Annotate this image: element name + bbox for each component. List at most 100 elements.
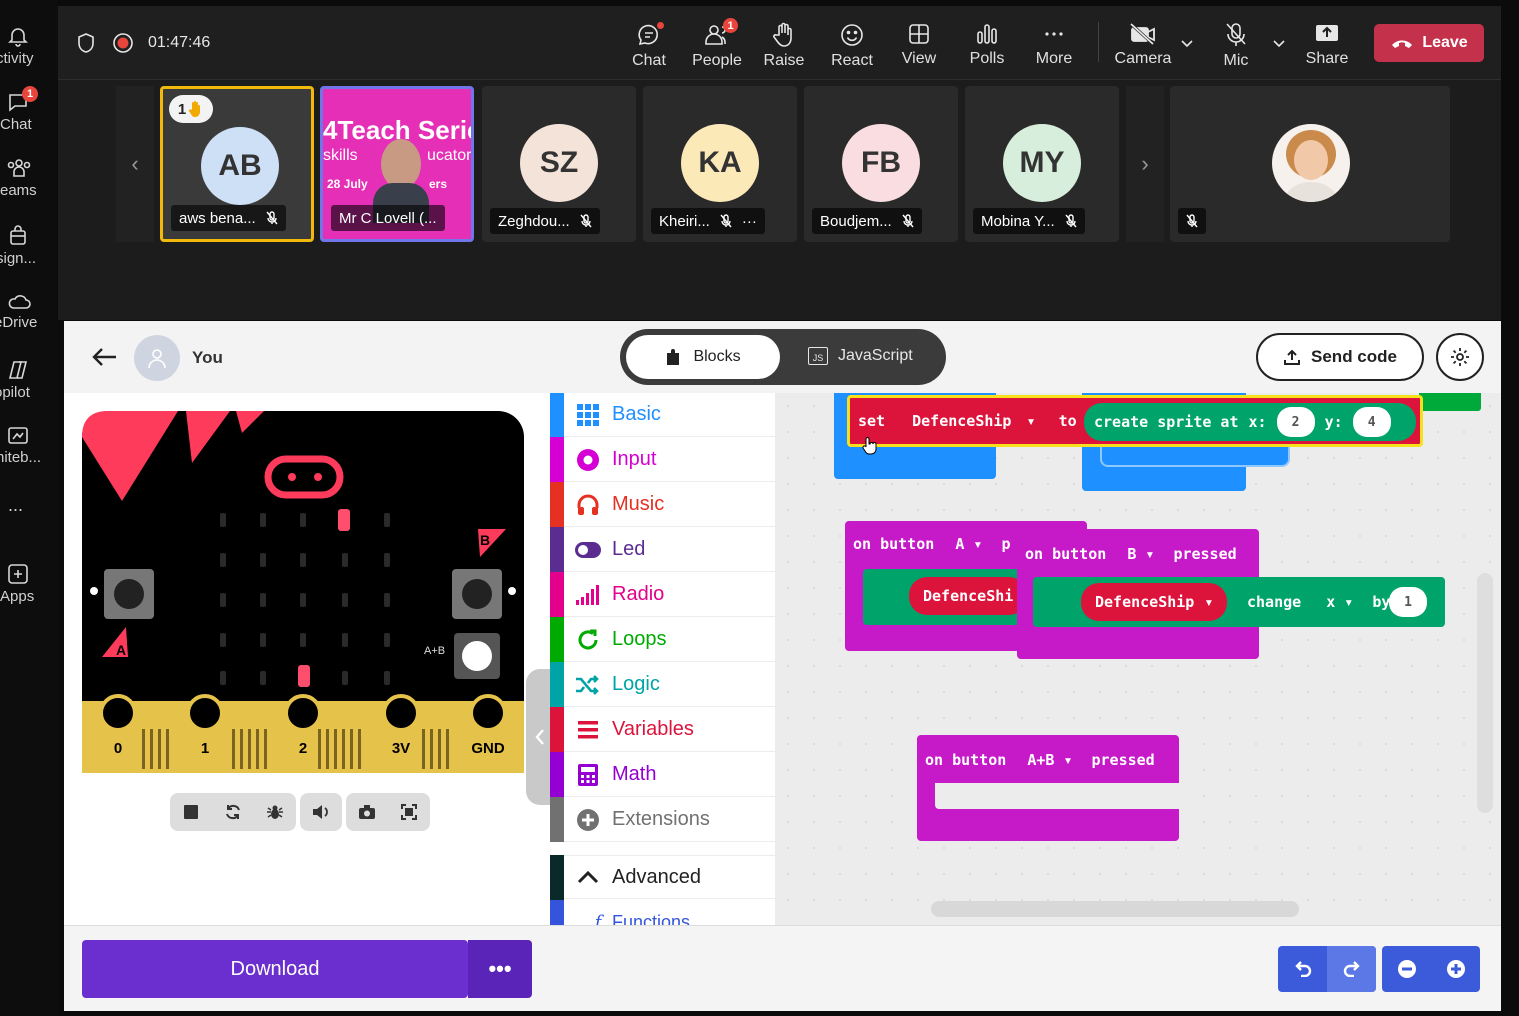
rail-teams[interactable]: eams <box>0 146 58 208</box>
react-button[interactable]: React <box>820 18 884 74</box>
property-dropdown[interactable]: x <box>1326 593 1335 611</box>
share-button[interactable]: Share <box>1295 18 1359 74</box>
tab-javascript[interactable]: JS JavaScript <box>808 347 913 365</box>
tab-blocks-label: Blocks <box>693 348 741 365</box>
rail-chat[interactable]: 1 Chat <box>0 80 58 142</box>
toolbox-category-input[interactable]: Input <box>550 437 775 482</box>
participant-tile-video[interactable]: 4Teach Serie skills ucator 28 July ers M… <box>320 86 474 242</box>
leave-button[interactable]: Leave <box>1374 24 1484 62</box>
zoom-in-button[interactable] <box>1431 946 1480 992</box>
button-dropdown[interactable]: A <box>955 535 964 553</box>
dropdown-caret-icon: ▾ <box>1063 751 1073 769</box>
number-input[interactable]: 4 <box>1352 407 1391 437</box>
participant-tile[interactable]: MY Mobina Y... <box>965 86 1119 242</box>
toolbox-category-advanced[interactable]: Advanced <box>550 854 775 900</box>
download-more-button[interactable]: ••• <box>468 940 532 998</box>
rail-whiteboard[interactable]: hiteb... <box>0 414 58 476</box>
zoom-out-button[interactable] <box>1382 946 1431 992</box>
stop-button[interactable] <box>170 793 212 831</box>
back-arrow-icon[interactable] <box>90 345 118 369</box>
variable-pill[interactable]: DefenceShip ▾ <box>1081 583 1228 621</box>
participant-more-icon[interactable]: ··· <box>742 213 757 230</box>
toolbox-category-music[interactable]: Music <box>550 482 775 527</box>
rail-copilot[interactable]: opilot <box>0 348 58 410</box>
restart-button[interactable] <box>212 793 254 831</box>
send-code-button[interactable]: Send code <box>1256 333 1424 381</box>
more-icon <box>1045 32 1063 36</box>
rail-apps[interactable]: Apps <box>0 552 58 614</box>
gallery-prev-button[interactable]: ‹ <box>116 86 154 242</box>
calculator-icon <box>578 763 598 786</box>
undo-button[interactable] <box>1278 946 1327 992</box>
mic-options-chevron-icon[interactable] <box>1272 36 1286 50</box>
toolbox-category-radio[interactable]: Radio <box>550 572 775 617</box>
toolbox-category-led[interactable]: Led <box>550 527 775 572</box>
number-input[interactable]: 2 <box>1276 407 1315 437</box>
mic-muted-icon <box>1065 214 1077 228</box>
participant-tile[interactable]: 1 AB aws bena... <box>160 86 314 242</box>
variable-dropdown[interactable]: DefenceShip <box>912 412 1011 430</box>
green-block-edge <box>1419 393 1481 411</box>
rail-activity[interactable]: ctivity <box>0 14 58 76</box>
participant-tile[interactable]: FB Boudjem... <box>804 86 958 242</box>
gallery-next-button[interactable]: › <box>1126 86 1164 242</box>
rail-label: hiteb... <box>0 448 42 466</box>
debug-button[interactable] <box>254 793 296 831</box>
button-ab-label: A+B <box>424 645 445 657</box>
category-label: Functions <box>612 911 691 926</box>
mic-muted-icon <box>902 214 914 228</box>
horizontal-scrollbar[interactable] <box>931 901 1299 917</box>
toolbox-category-math[interactable]: Math <box>550 752 775 797</box>
mute-button[interactable] <box>300 793 342 831</box>
view-button[interactable]: View <box>887 18 951 74</box>
toggle-icon <box>575 541 601 558</box>
blocks-workspace[interactable]: set DefenceShip ▾ to create sprite at x:… <box>775 393 1501 925</box>
participant-tile[interactable]: SZ Zeghdou... <box>482 86 636 242</box>
raise-hand-button[interactable]: Raise <box>752 18 816 74</box>
toolbox-category-loops[interactable]: Loops <box>550 617 775 662</box>
download-button[interactable]: Download <box>82 940 468 998</box>
button-dropdown[interactable]: B <box>1127 545 1136 563</box>
tab-blocks[interactable]: Blocks <box>626 335 780 379</box>
camera-options-chevron-icon[interactable] <box>1180 36 1194 50</box>
polls-button[interactable]: Polls <box>955 18 1019 74</box>
category-label: Radio <box>612 583 665 605</box>
microbit-simulator[interactable]: A B A+B 0 1 2 3V GND <box>82 411 524 773</box>
toolbox-category-functions[interactable]: ƒ Functions <box>550 899 775 926</box>
nested-block-slot <box>1100 447 1290 467</box>
toolbox-category-basic[interactable]: Basic <box>550 393 775 437</box>
pin-label: 3V <box>392 740 410 757</box>
camera-button[interactable]: Camera <box>1111 18 1175 74</box>
vertical-scrollbar[interactable] <box>1477 573 1493 813</box>
set-variable-block[interactable]: set DefenceShip ▾ to create sprite at x:… <box>847 395 1423 447</box>
mic-button[interactable]: Mic <box>1204 18 1268 74</box>
rail-onedrive[interactable]: eDrive <box>0 280 58 342</box>
shield-icon[interactable] <box>76 32 96 54</box>
toolbox-category-variables[interactable]: Variables <box>550 707 775 752</box>
create-sprite-block[interactable]: create sprite at x: 2 y: 4 <box>1084 403 1416 441</box>
fullscreen-button[interactable] <box>388 793 430 831</box>
rail-assignments[interactable]: sign... <box>0 214 58 276</box>
toolbox-category-logic[interactable]: Logic <box>550 662 775 707</box>
rail-more[interactable]: ... <box>0 484 58 524</box>
participant-tile[interactable]: KA Kheiri... ··· <box>643 86 797 242</box>
chat-button[interactable]: Chat <box>617 18 681 74</box>
on-button-ab-block[interactable]: on button A+B ▾ pressed <box>917 735 1179 841</box>
category-label: Loops <box>612 628 667 650</box>
settings-button[interactable] <box>1436 333 1484 381</box>
undo-redo-group <box>1278 946 1376 992</box>
participant-name-text: Boudjem... <box>820 212 892 230</box>
screenshot-button[interactable] <box>346 793 388 831</box>
category-label: Basic <box>612 403 661 425</box>
redo-icon <box>1343 961 1360 977</box>
toolbox-category-extensions[interactable]: Extensions <box>550 797 775 842</box>
button-dropdown[interactable]: A+B <box>1027 751 1054 769</box>
people-button[interactable]: 1 People <box>685 18 749 74</box>
redo-button[interactable] <box>1327 946 1376 992</box>
more-button[interactable]: More <box>1022 18 1086 74</box>
number-input[interactable]: 1 <box>1389 587 1427 617</box>
variable-pill[interactable]: DefenceShi <box>909 577 1028 615</box>
avatar: MY <box>1003 124 1081 202</box>
self-tile[interactable] <box>1170 86 1450 242</box>
change-by-block[interactable]: DefenceShip ▾ change x ▾ by 1 <box>1033 577 1445 627</box>
